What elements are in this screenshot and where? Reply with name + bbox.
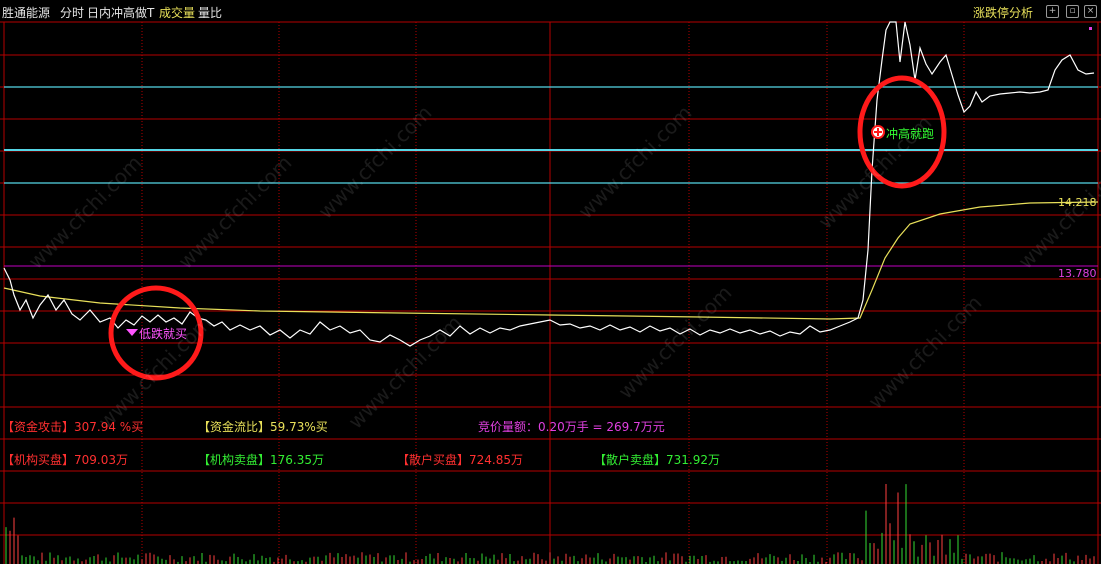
maximize-icon[interactable]: ▫ [1066,5,1079,18]
inst-buy-value: 709.03万 [74,453,128,467]
reference-lines [4,86,1098,267]
price-line [3,21,1095,347]
view-mode-label[interactable]: 分时 [60,4,84,21]
corner-marker [1089,27,1092,30]
stock-name[interactable]: 胜通能源 [2,4,50,21]
average-price-polyline [3,201,1099,320]
inst-buy-label: 【机构买盘】 [2,453,75,467]
intraday-price-polyline [3,21,1095,347]
average-price-line [3,201,1099,320]
diamond-icon [126,329,138,336]
fund-attack-label: 【资金攻击】 [2,420,75,434]
limit-analysis-button[interactable]: 涨跌停分析 [973,4,1033,21]
indicator-name[interactable]: 日内冲高做T [87,4,154,21]
fund-flow-value: 59.73%买 [270,420,328,434]
sell-signal-label: 冲高就跑 [886,127,935,141]
buy-signal-label: 低跌就买 [139,327,188,341]
signal-markers [108,27,1092,381]
tab-volume-ratio[interactable]: 量比 [198,4,222,21]
auction-volume-text: 竞价量额：0.20万手 = 269.7万元 [478,420,665,434]
chart-toolbar: 胜通能源 分时 日内冲高做T 成交量 量比 涨跌停分析 + ▫ × [0,0,1101,22]
fund-attack-value: 307.94 %买 [74,420,144,434]
intraday-chart[interactable] [0,0,1101,564]
inst-sell-value: 176.35万 [270,453,324,467]
retail-buy-value: 724.85万 [469,453,523,467]
retail-sell-value: 731.92万 [666,453,720,467]
inst-sell-label: 【机构卖盘】 [198,453,271,467]
close-icon[interactable]: × [1084,5,1097,18]
fund-flow-label: 【资金流比】 [198,420,271,434]
add-icon[interactable]: + [1046,5,1059,18]
ref-price-label: 13.780 [1058,267,1097,280]
avg-price-label: 14.218 [1058,196,1097,209]
tab-volume[interactable]: 成交量 [159,4,195,21]
retail-buy-label: 【散户买盘】 [397,453,470,467]
retail-sell-label: 【散户卖盘】 [594,453,667,467]
